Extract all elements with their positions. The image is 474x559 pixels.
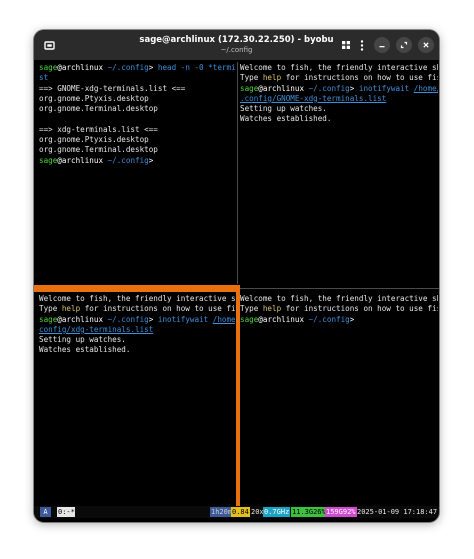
pane-top-left[interactable]: sage@archlinux ~/.config> head -n -0 *te… xyxy=(39,63,236,283)
grid-icon[interactable] xyxy=(338,37,354,53)
pane-top-right[interactable]: Welcome to fish, the friendly interactiv… xyxy=(240,63,438,283)
pane-bottom-left[interactable]: Welcome to fish, the friendly interactiv… xyxy=(39,294,235,504)
output-line: Watches established. xyxy=(39,345,131,355)
prompt-path: ~/.config xyxy=(103,155,149,165)
help-prefix: Type xyxy=(240,304,263,314)
title-bar: sage@archlinux (172.30.22.250) - byobu ~… xyxy=(34,30,439,60)
help-suffix: for instructions on how to use fish xyxy=(281,304,438,314)
prompt-host: @archlinux xyxy=(57,314,104,324)
prompt-host: @archlinux xyxy=(258,314,305,324)
prompt-host: @archlinux xyxy=(258,83,305,93)
welcome-text: Welcome to fish, the friendly interactiv… xyxy=(39,294,235,303)
prompt-path: ~/.config xyxy=(103,314,149,324)
byobu-status-bar: A 0:-* 1h20m 0.84 20x 0.7GHz 11.3G26% 15… xyxy=(34,506,439,518)
uptime-badge: 1h20m xyxy=(210,507,234,517)
command-path: /home/sage/ xyxy=(212,314,235,324)
prompt-user: sage xyxy=(39,155,58,165)
terminal-window: sage@archlinux (172.30.22.250) - byobu ~… xyxy=(34,30,439,522)
command-path-wrap: .config/GNOME-xdg-terminals.list xyxy=(240,93,387,103)
memory-badge: 11.3G26% xyxy=(291,507,327,517)
welcome-text: Welcome to fish, the friendly interactiv… xyxy=(240,63,438,72)
os-badge: A xyxy=(40,507,51,517)
output-line: org.gnome.Terminal.desktop xyxy=(39,145,158,155)
help-suffix: for instructions on how to use fish xyxy=(80,304,235,314)
output-line: org.gnome.Terminal.desktop xyxy=(39,104,158,114)
output-line: org.gnome.Ptyxis.desktop xyxy=(39,135,149,145)
minimize-icon[interactable] xyxy=(374,37,390,53)
help-suffix: for instructions on how to use fish xyxy=(281,73,438,83)
disk-badge: 159G92% xyxy=(325,507,357,517)
pane-divider-horizontal[interactable] xyxy=(238,288,439,289)
command-text: inotifywait xyxy=(153,314,213,324)
help-prefix: Type xyxy=(240,73,263,83)
cpu-freq-badge: 0.7GHz xyxy=(263,507,291,517)
output-line: Setting up watches. xyxy=(39,335,126,345)
prompt-user: sage xyxy=(240,83,259,93)
prompt-user: sage xyxy=(39,63,58,72)
pane-bottom-right[interactable]: Welcome to fish, the friendly interactiv… xyxy=(240,294,438,504)
grid-icon-glyph xyxy=(342,41,350,49)
window-tab-active[interactable]: 0:-* xyxy=(57,507,75,517)
kebab-menu-icon-glyph xyxy=(360,39,364,51)
command-text: head -n -0 *terminals.li xyxy=(157,63,236,72)
prompt-gt: > xyxy=(349,314,355,324)
prompt-user: sage xyxy=(39,314,58,324)
prompt-path: ~/.config xyxy=(103,63,149,72)
datetime-text: 2025-01-09 17:18:47 xyxy=(357,508,438,516)
minimize-icon-glyph xyxy=(379,46,385,48)
help-keyword: help xyxy=(61,304,81,314)
output-line: Watches established. xyxy=(240,114,332,124)
help-prefix: Type xyxy=(39,304,62,314)
prompt-path: ~/.config xyxy=(304,83,350,93)
active-pane-border-top xyxy=(34,285,240,292)
prompt-host: @archlinux xyxy=(57,155,104,165)
prompt-gt: > xyxy=(148,155,154,165)
welcome-text: Welcome to fish, the friendly interactiv… xyxy=(240,294,438,303)
output-line: Setting up watches. xyxy=(240,104,327,114)
prompt-host: @archlinux xyxy=(57,63,104,72)
maximize-icon[interactable] xyxy=(396,37,412,53)
kebab-menu-icon[interactable] xyxy=(354,37,370,53)
command-path-wrap: config/xdg-terminals.list xyxy=(39,324,154,334)
help-keyword: help xyxy=(262,304,282,314)
load-badge: 0.84 xyxy=(231,507,250,517)
command-text-wrap: st xyxy=(39,73,49,83)
output-line: ==> GNOME-xdg-terminals.list <== xyxy=(39,83,186,93)
close-icon[interactable] xyxy=(418,37,434,53)
prompt-path: ~/.config xyxy=(304,314,350,324)
help-keyword: help xyxy=(262,73,282,83)
close-icon-glyph xyxy=(423,42,429,48)
output-line: org.gnome.Ptyxis.desktop xyxy=(39,93,149,103)
pane-divider-vertical-top[interactable] xyxy=(237,62,238,284)
command-path: /home/sage/ xyxy=(413,83,438,93)
command-text: inotifywait xyxy=(354,83,414,93)
maximize-icon-glyph xyxy=(400,41,408,49)
output-line: ==> xdg-terminals.list <== xyxy=(39,124,158,134)
prompt-user: sage xyxy=(240,314,259,324)
